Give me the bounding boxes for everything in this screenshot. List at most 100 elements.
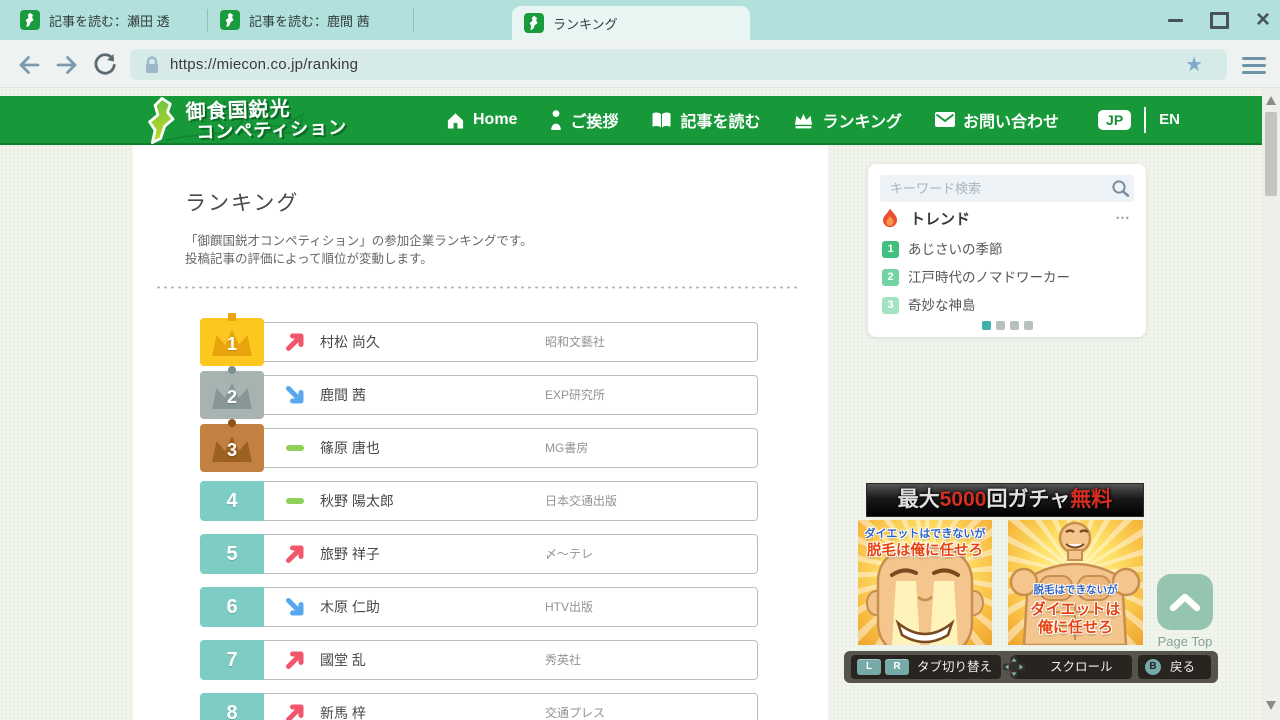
- search-icon[interactable]: [1111, 179, 1130, 203]
- trend-up-icon: [284, 543, 306, 565]
- trend-label: 奇妙な神島: [908, 294, 976, 318]
- titlebar: 記事を読む：瀬田 透 記事を読む：鹿間 茜 ランキング ×: [0, 0, 1280, 40]
- site-navbar: 御食国鋭光 コンペティション Home ご挨拶 記事を読む: [0, 96, 1262, 145]
- bookmark-star-icon[interactable]: ★: [1185, 52, 1203, 77]
- minimize-icon[interactable]: [1164, 9, 1186, 31]
- language-switcher: JP EN: [1098, 107, 1180, 133]
- ranking-row[interactable]: 7國堂 乱秀英社: [200, 640, 758, 680]
- nav-home[interactable]: Home: [446, 111, 517, 129]
- carousel-dot[interactable]: [996, 321, 1005, 330]
- trend-item[interactable]: 2江戸時代のノマドワーカー: [882, 266, 1136, 294]
- lock-icon: [144, 56, 160, 74]
- rank-badge: 8: [200, 693, 264, 720]
- trend-rank-badge: 2: [882, 269, 899, 286]
- ranking-row[interactable]: 5旅野 祥子〆～テレ: [200, 534, 758, 574]
- hamburger-menu-icon[interactable]: [1242, 57, 1266, 74]
- trend-up-icon: [284, 649, 306, 671]
- nav-greeting[interactable]: ご挨拶: [550, 108, 618, 132]
- forward-icon[interactable]: [54, 52, 80, 78]
- lang-jp-button[interactable]: JP: [1098, 110, 1131, 130]
- ranking-row[interactable]: 8新馬 梓交通プレス: [200, 693, 758, 720]
- nav-ranking[interactable]: ランキング: [793, 108, 902, 132]
- l-button-icon: L: [857, 659, 881, 675]
- trend-item[interactable]: 1あじさいの季節: [882, 238, 1136, 266]
- nav-articles[interactable]: 記事を読む: [651, 108, 760, 132]
- page-title: ランキング: [185, 187, 299, 217]
- scroll-down-icon[interactable]: [1266, 701, 1276, 710]
- ad-text-top: 脱毛はできないが: [1008, 582, 1143, 597]
- controller-hints: L R タブ切り替え スクロール B 戻る: [844, 651, 1218, 683]
- browser-window: 記事を読む：瀬田 透 記事を読む：鹿間 茜 ランキング ×: [0, 0, 1280, 720]
- main-content: ランキング 「御饌国鋭才コンペティション」の参加企業ランキングです。 投稿記事の…: [133, 145, 828, 720]
- rank-badge: 3: [200, 424, 264, 472]
- entrant-company: 日本交通出版: [545, 481, 617, 521]
- reload-icon[interactable]: [92, 52, 118, 78]
- rank-badge: 1: [200, 318, 264, 366]
- ad-banner-gacha[interactable]: 最大5000回ガチャ無料: [866, 483, 1144, 517]
- tab-article-seta[interactable]: 記事を読む：瀬田 透: [8, 0, 207, 40]
- scrollbar-thumb[interactable]: [1265, 112, 1277, 196]
- home-icon: [446, 111, 465, 129]
- hint-tab-switch: L R タブ切り替え: [851, 655, 1001, 679]
- entrant-name: 旅野 祥子: [320, 534, 380, 574]
- entrant-company: MG書房: [545, 428, 588, 468]
- carousel-dot[interactable]: [1010, 321, 1019, 330]
- back-icon[interactable]: [16, 52, 42, 78]
- ad-diet[interactable]: 脱毛はできないが ダイエットは 俺に任せろ: [1008, 520, 1143, 645]
- envelope-icon: [935, 112, 955, 127]
- carousel-dot[interactable]: [1024, 321, 1033, 330]
- site-menu: Home ご挨拶 記事を読む ランキング お問い合わせ: [446, 96, 1180, 143]
- page-description-line1: 「御饌国鋭才コンペティション」の参加企業ランキングです。: [185, 230, 533, 249]
- page-scrollbar: [1262, 88, 1280, 720]
- search-input[interactable]: [880, 175, 1134, 202]
- tab-ranking-active[interactable]: ランキング: [512, 6, 750, 40]
- trend-down-icon: [284, 596, 306, 618]
- trend-more-button[interactable]: …: [1115, 206, 1132, 223]
- carousel-dot[interactable]: [982, 321, 991, 330]
- flame-icon: [882, 208, 898, 229]
- page-top-label: Page Top: [1145, 634, 1225, 649]
- entrant-name: 國堂 乱: [320, 640, 366, 680]
- page-description-line2: 投稿記事の評価によって順位が変動します。: [185, 248, 433, 267]
- tab-separator: [413, 9, 414, 32]
- entrant-name: 鹿間 茜: [320, 375, 366, 415]
- trend-item[interactable]: 3 奇妙な神島: [882, 294, 1136, 322]
- ranking-row[interactable]: 2鹿間 茜EXP研究所: [200, 375, 758, 415]
- ranking-row[interactable]: 6木原 仁助HTV出版: [200, 587, 758, 627]
- maximize-icon[interactable]: [1208, 9, 1230, 31]
- lang-en-button[interactable]: EN: [1159, 111, 1180, 128]
- mie-shape-icon: [144, 97, 180, 144]
- page-viewport: 御食国鋭光 コンペティション Home ご挨拶 記事を読む: [0, 88, 1280, 720]
- ad-hair-removal[interactable]: ダイエットはできないが 脱毛は俺に任せろ: [858, 520, 992, 645]
- close-icon[interactable]: ×: [1252, 9, 1274, 31]
- hint-back: B 戻る: [1138, 655, 1211, 679]
- trend-up-icon: [284, 331, 306, 353]
- tab-article-kanoma[interactable]: 記事を読む：鹿間 茜: [208, 0, 413, 40]
- trend-widget: トレンド … 1あじさいの季節2江戸時代のノマドワーカー 3 奇妙な神島: [868, 164, 1146, 337]
- nav-contact[interactable]: お問い合わせ: [935, 108, 1059, 132]
- trend-title: トレンド: [910, 208, 970, 229]
- entrant-company: HTV出版: [545, 587, 593, 627]
- ranking-row[interactable]: 3篠原 唐也MG書房: [200, 428, 758, 468]
- page-top-button[interactable]: [1157, 574, 1213, 630]
- site-logo[interactable]: 御食国鋭光 コンペティション: [144, 97, 347, 144]
- ranking-row[interactable]: 1村松 尚久昭和文藝社: [200, 322, 758, 362]
- trend-list: 1あじさいの季節2江戸時代のノマドワーカー 3 奇妙な神島: [882, 238, 1136, 322]
- scroll-up-icon[interactable]: [1266, 96, 1276, 105]
- b-button-icon: B: [1145, 659, 1161, 675]
- rank-badge: 5: [200, 534, 264, 574]
- ad-illustration-face: [858, 545, 992, 645]
- lang-separator: [1144, 107, 1146, 133]
- trend-up-icon: [284, 702, 306, 720]
- ranking-row[interactable]: 4秋野 陽太郎日本交通出版: [200, 481, 758, 521]
- entrant-name: 木原 仁助: [320, 587, 380, 627]
- trend-rank-badge: 3: [882, 297, 899, 314]
- url-bar[interactable]: https://miecon.co.jp/ranking ★: [130, 49, 1227, 80]
- ranking-list: 1村松 尚久昭和文藝社 2鹿間 茜EXP研究所 3篠原 唐也MG書房 4秋野 陽太郎日…: [200, 322, 758, 720]
- carousel-dots: [868, 321, 1146, 330]
- tab-title: ランキング: [553, 14, 618, 33]
- tab-title: 記事を読む：鹿間 茜: [249, 11, 370, 30]
- window-controls: ×: [1164, 0, 1274, 40]
- person-icon: [550, 110, 562, 130]
- ad-text-main2: 俺に任せろ: [1008, 616, 1143, 637]
